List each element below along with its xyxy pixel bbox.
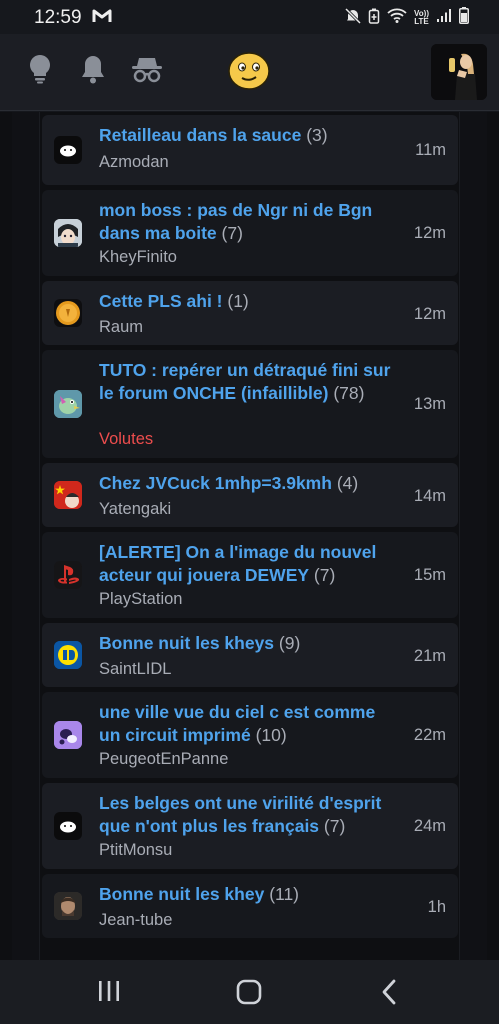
topic-time: 12m <box>413 224 446 242</box>
home-icon[interactable] <box>235 978 263 1011</box>
reply-count: (7) <box>323 815 346 836</box>
back-icon[interactable] <box>378 978 400 1011</box>
incognito-icon[interactable] <box>131 54 163 89</box>
topic-title[interactable]: Cette PLS ahi ! (1) <box>99 290 399 313</box>
signal-icon <box>436 8 452 28</box>
topic-title-text[interactable]: Chez JVCuck 1mhp=3.9kmh <box>99 473 332 493</box>
reply-count: (7) <box>313 564 336 585</box>
topic-time: 22m <box>413 726 446 744</box>
reply-count: (9) <box>278 633 301 653</box>
smiley-logo-icon[interactable] <box>227 51 271 96</box>
topic-time: 14m <box>413 487 446 505</box>
topic-author[interactable]: Volutes <box>99 430 153 449</box>
topic-row[interactable]: Retailleau dans la sauce (3) Azmodan 11m <box>42 115 458 185</box>
battery-saver-icon <box>368 8 380 29</box>
topic-row[interactable]: Les belges ont une virilité d'esprit que… <box>42 783 458 869</box>
left-rail <box>12 112 40 960</box>
topic-time: 15m <box>413 566 446 584</box>
topic-row[interactable]: TUTO : repérer un détraqué fini sur le f… <box>42 350 458 458</box>
reply-count: (7) <box>221 222 243 243</box>
cloud-avatar <box>54 136 82 164</box>
reply-count: (1) <box>227 291 249 311</box>
topic-row[interactable]: mon boss : pas de Ngr ni de Bgn dans ma … <box>42 190 458 276</box>
coin-avatar <box>54 299 82 327</box>
mute-icon <box>344 7 362 29</box>
portrait-avatar <box>54 892 82 920</box>
purple-avatar <box>54 721 82 749</box>
reply-count: (11) <box>269 884 300 904</box>
topic-time: 1h <box>427 898 446 916</box>
topic-title[interactable]: Chez JVCuck 1mhp=3.9kmh (4) <box>99 472 399 495</box>
topic-title[interactable]: une ville vue du ciel c est comme un cir… <box>99 701 399 746</box>
topic-title[interactable]: [ALERTE] On a l'image du nouvel acteur q… <box>99 541 399 586</box>
reply-count: (3) <box>306 125 328 145</box>
topic-row[interactable]: Chez JVCuck 1mhp=3.9kmh (4) Yatengaki 14… <box>42 463 458 527</box>
status-bar: 12:59 Vo)) LTE <box>0 0 499 34</box>
wifi-icon <box>387 8 407 28</box>
system-nav-bar <box>0 960 499 1024</box>
status-time: 12:59 <box>34 7 82 28</box>
topic-author[interactable]: KheyFinito <box>99 248 177 267</box>
topic-list-area[interactable]: Retailleau dans la sauce (3) Azmodan 11m… <box>0 112 499 960</box>
topic-author[interactable]: Azmodan <box>99 153 169 172</box>
reply-count: (4) <box>336 473 359 493</box>
topic-title[interactable]: mon boss : pas de Ngr ni de Bgn dans ma … <box>99 199 399 244</box>
user-avatar[interactable] <box>431 44 487 100</box>
topic-author[interactable]: PtitMonsu <box>99 841 172 860</box>
gmail-notification-icon <box>92 8 112 29</box>
topic-row[interactable]: Bonne nuit les kheys (9) SaintLIDL 21m <box>42 623 458 687</box>
topic-author[interactable]: PeugeotEnPanne <box>99 750 228 769</box>
topic-title[interactable]: Bonne nuit les kheys (9) <box>99 632 399 655</box>
topic-title[interactable]: Les belges ont une virilité d'esprit que… <box>99 792 399 837</box>
topic-author[interactable]: PlayStation <box>99 590 182 609</box>
right-rail <box>459 112 487 960</box>
topic-title-text[interactable]: Retailleau dans la sauce <box>99 125 301 145</box>
volte-indicator: Vo)) LTE <box>414 10 429 26</box>
reply-count: (78) <box>333 382 365 403</box>
topic-title-text[interactable]: Bonne nuit les kheys <box>99 633 274 653</box>
topic-row[interactable]: une ville vue du ciel c est comme un cir… <box>42 692 458 778</box>
status-icons: Vo)) LTE <box>344 7 469 29</box>
topic-row[interactable]: Cette PLS ahi ! (1) Raum 12m <box>42 281 458 345</box>
topic-row[interactable]: Bonne nuit les khey (11) Jean-tube 1h <box>42 874 458 938</box>
topic-title-text[interactable]: Cette PLS ahi ! <box>99 291 223 311</box>
topic-author[interactable]: Yatengaki <box>99 500 171 519</box>
bell-icon[interactable] <box>80 54 106 89</box>
lightbulb-icon[interactable] <box>28 54 52 89</box>
topic-time: 24m <box>413 817 446 835</box>
topic-row[interactable]: [ALERTE] On a l'image du nouvel acteur q… <box>42 532 458 618</box>
topic-time: 21m <box>413 647 446 665</box>
topic-title-text[interactable]: Bonne nuit les khey <box>99 884 264 904</box>
recent-apps-icon[interactable] <box>96 978 122 1009</box>
app-header <box>0 34 499 111</box>
topic-author[interactable]: Raum <box>99 318 143 337</box>
topic-author[interactable]: Jean-tube <box>99 911 172 930</box>
reply-count: (10) <box>255 724 287 745</box>
lidl-avatar <box>54 641 82 669</box>
topic-title-text[interactable]: une ville vue du ciel c est comme un cir… <box>99 702 375 745</box>
topic-time: 11m <box>415 141 446 159</box>
topic-time: 12m <box>413 305 446 323</box>
bird-avatar <box>54 390 82 418</box>
topic-time: 13m <box>413 395 446 413</box>
playstation-avatar <box>54 561 82 589</box>
topic-title[interactable]: TUTO : repérer un détraqué fini sur le f… <box>99 359 399 404</box>
topic-title[interactable]: Retailleau dans la sauce (3) <box>99 124 399 147</box>
lte-label: LTE <box>414 17 429 26</box>
topic-title[interactable]: Bonne nuit les khey (11) <box>99 883 399 906</box>
topic-list: Retailleau dans la sauce (3) Azmodan 11m… <box>42 115 458 943</box>
battery-icon <box>459 7 469 29</box>
cloud-avatar <box>54 812 82 840</box>
flag-avatar <box>54 481 82 509</box>
topic-author[interactable]: SaintLIDL <box>99 660 171 679</box>
anime-avatar <box>54 219 82 247</box>
